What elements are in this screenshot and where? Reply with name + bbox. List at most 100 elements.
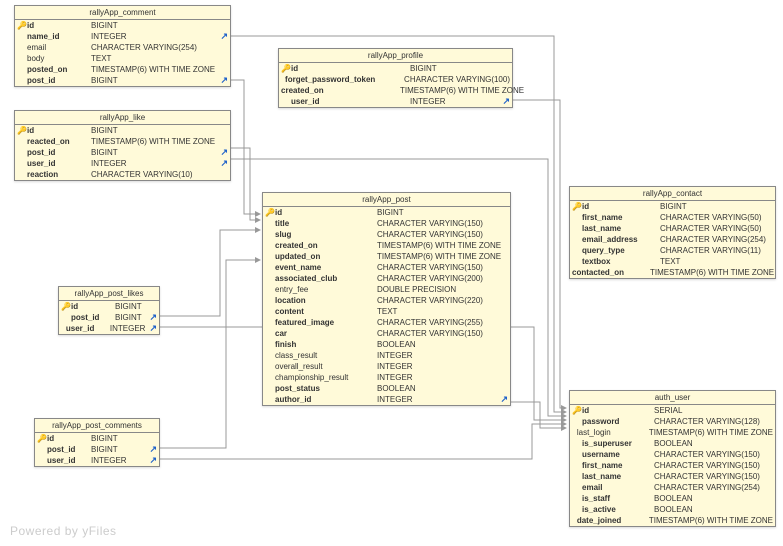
- column-name: username: [582, 449, 654, 460]
- table-header: rallyApp_comment: [15, 6, 230, 20]
- column-row: emailCHARACTER VARYING(254): [570, 482, 775, 493]
- column-row: created_onTIMESTAMP(6) WITH TIME ZONE: [279, 85, 512, 96]
- column-row: event_nameCHARACTER VARYING(150): [263, 262, 510, 273]
- table-post_likes[interactable]: rallyApp_post_likes🔑idBIGINTpost_idBIGIN…: [58, 286, 160, 335]
- column-type: BIGINT: [91, 147, 216, 158]
- column-row: post_idBIGINT↗: [15, 147, 230, 158]
- column-row: forget_password_tokenCHARACTER VARYING(1…: [279, 74, 512, 85]
- column-name: reaction: [27, 169, 91, 180]
- column-name: post_id: [27, 75, 91, 86]
- column-row: posted_onTIMESTAMP(6) WITH TIME ZONE: [15, 64, 230, 75]
- column-row: carCHARACTER VARYING(150): [263, 328, 510, 339]
- column-type: CHARACTER VARYING(50): [660, 212, 773, 223]
- column-type: CHARACTER VARYING(50): [660, 223, 773, 234]
- column-row: 🔑idSERIAL: [570, 405, 775, 416]
- column-row: last_loginTIMESTAMP(6) WITH TIME ZONE: [570, 427, 775, 438]
- column-row: entry_feeDOUBLE PRECISION: [263, 284, 510, 295]
- column-type: CHARACTER VARYING(254): [91, 42, 228, 53]
- column-name: is_staff: [582, 493, 654, 504]
- column-name: post_id: [71, 312, 115, 323]
- column-row: first_nameCHARACTER VARYING(50): [570, 212, 775, 223]
- foreign-key-icon: ↗: [496, 394, 508, 405]
- column-type: CHARACTER VARYING(255): [377, 317, 508, 328]
- column-name: id: [47, 433, 91, 444]
- column-row: slugCHARACTER VARYING(150): [263, 229, 510, 240]
- table-profile[interactable]: rallyApp_profile🔑idBIGINTforget_password…: [278, 48, 513, 108]
- column-row: 🔑idBIGINT: [59, 301, 159, 312]
- column-type: CHARACTER VARYING(150): [377, 218, 508, 229]
- column-type: TEXT: [660, 256, 773, 267]
- column-row: is_superuserBOOLEAN: [570, 438, 775, 449]
- column-row: name_idINTEGER↗: [15, 31, 230, 42]
- column-row: contacted_onTIMESTAMP(6) WITH TIME ZONE: [570, 267, 775, 278]
- column-name: first_name: [582, 460, 654, 471]
- column-row: post_statusBOOLEAN: [263, 383, 510, 394]
- column-type: BIGINT: [91, 433, 157, 444]
- column-name: class_result: [275, 350, 377, 361]
- column-row: post_idBIGINT↗: [15, 75, 230, 86]
- primary-key-icon: 🔑: [37, 433, 47, 444]
- column-row: is_activeBOOLEAN: [570, 504, 775, 515]
- column-type: TIMESTAMP(6) WITH TIME ZONE: [91, 64, 228, 75]
- column-name: finish: [275, 339, 377, 350]
- column-type: TIMESTAMP(6) WITH TIME ZONE: [650, 267, 774, 278]
- column-name: first_name: [582, 212, 660, 223]
- column-type: SERIAL: [654, 405, 773, 416]
- column-type: BIGINT: [377, 207, 508, 218]
- primary-key-icon: 🔑: [572, 405, 582, 416]
- column-type: TIMESTAMP(6) WITH TIME ZONE: [91, 136, 228, 147]
- column-row: featured_imageCHARACTER VARYING(255): [263, 317, 510, 328]
- column-row: post_idBIGINT↗: [59, 312, 159, 323]
- foreign-key-icon: ↗: [145, 444, 157, 455]
- column-name: id: [291, 63, 410, 74]
- column-type: INTEGER: [110, 323, 146, 334]
- column-row: emailCHARACTER VARYING(254): [15, 42, 230, 53]
- primary-key-icon: 🔑: [265, 207, 275, 218]
- column-type: INTEGER: [410, 96, 498, 107]
- footer-credit: Powered by yFiles: [10, 524, 117, 538]
- table-post_comments[interactable]: rallyApp_post_comments🔑idBIGINTpost_idBI…: [34, 418, 160, 467]
- column-row: bodyTEXT: [15, 53, 230, 64]
- column-name: name_id: [27, 31, 91, 42]
- column-name: password: [582, 416, 654, 427]
- column-name: reacted_on: [27, 136, 91, 147]
- column-row: 🔑idBIGINT: [15, 20, 230, 31]
- column-type: BIGINT: [410, 63, 510, 74]
- column-name: user_id: [291, 96, 410, 107]
- column-type: BIGINT: [660, 201, 773, 212]
- column-name: user_id: [47, 455, 91, 466]
- table-like[interactable]: rallyApp_like🔑idBIGINTreacted_onTIMESTAM…: [14, 110, 231, 181]
- column-type: CHARACTER VARYING(254): [654, 482, 773, 493]
- column-name: date_joined: [577, 515, 649, 526]
- table-header: auth_user: [570, 391, 775, 405]
- column-row: associated_clubCHARACTER VARYING(200): [263, 273, 510, 284]
- foreign-key-icon: ↗: [145, 323, 157, 334]
- column-name: created_on: [281, 85, 400, 96]
- column-row: contentTEXT: [263, 306, 510, 317]
- column-row: textboxTEXT: [570, 256, 775, 267]
- column-name: location: [275, 295, 377, 306]
- column-type: INTEGER: [377, 350, 508, 361]
- column-type: TIMESTAMP(6) WITH TIME ZONE: [377, 251, 508, 262]
- column-name: last_login: [577, 427, 649, 438]
- column-row: 🔑idBIGINT: [263, 207, 510, 218]
- table-comment[interactable]: rallyApp_comment🔑idBIGINTname_idINTEGER↗…: [14, 5, 231, 87]
- column-type: BOOLEAN: [654, 438, 773, 449]
- column-name: id: [582, 201, 660, 212]
- primary-key-icon: 🔑: [17, 125, 27, 136]
- column-name: email: [27, 42, 91, 53]
- table-header: rallyApp_post_comments: [35, 419, 159, 433]
- column-type: TIMESTAMP(6) WITH TIME ZONE: [649, 515, 773, 526]
- column-row: is_staffBOOLEAN: [570, 493, 775, 504]
- column-name: textbox: [582, 256, 660, 267]
- column-type: TIMESTAMP(6) WITH TIME ZONE: [400, 85, 524, 96]
- table-contact[interactable]: rallyApp_contact🔑idBIGINTfirst_nameCHARA…: [569, 186, 776, 279]
- table-auth_user[interactable]: auth_user🔑idSERIALpasswordCHARACTER VARY…: [569, 390, 776, 527]
- column-name: last_name: [582, 471, 654, 482]
- column-name: email: [582, 482, 654, 493]
- column-type: INTEGER: [377, 394, 496, 405]
- column-row: passwordCHARACTER VARYING(128): [570, 416, 775, 427]
- column-row: reactionCHARACTER VARYING(10): [15, 169, 230, 180]
- table-post[interactable]: rallyApp_post🔑idBIGINTtitleCHARACTER VAR…: [262, 192, 511, 406]
- foreign-key-icon: ↗: [216, 75, 228, 86]
